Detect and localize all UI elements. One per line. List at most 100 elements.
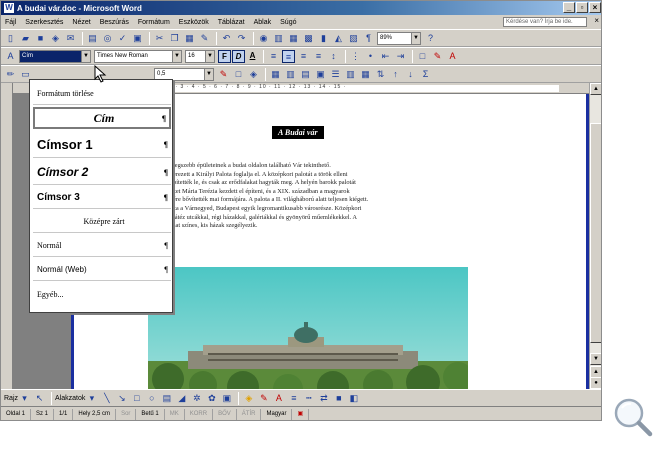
bold-button[interactable]: F — [218, 49, 231, 63]
style-option-heading-3[interactable]: Címsor 3 ¶ — [33, 187, 171, 209]
scroll-up-icon[interactable]: ▲ — [590, 83, 601, 95]
style-option-clear-formatting[interactable]: Formátum törlése — [33, 83, 171, 105]
menu-help[interactable]: Súgó — [280, 19, 296, 26]
font-color-icon[interactable]: A — [272, 392, 285, 405]
scroll-down-icon[interactable]: ▼ — [590, 353, 601, 365]
insert-picture-icon[interactable]: ▣ — [220, 392, 233, 405]
help-search-input[interactable]: Kérdése van? Írja be ide. — [503, 17, 587, 27]
menu-view[interactable]: Nézet — [72, 19, 90, 26]
status-rec[interactable]: MK — [165, 408, 185, 420]
line-style-icon[interactable]: ≡ — [287, 392, 300, 405]
select-objects-icon[interactable]: ↖ — [33, 392, 46, 405]
autoformat-icon[interactable]: ▦ — [359, 68, 372, 81]
align-right-icon[interactable]: ≡ — [297, 50, 310, 63]
columns-icon[interactable]: ▮ — [317, 32, 330, 45]
chevron-down-icon[interactable]: ▼ — [411, 32, 420, 44]
line-color-icon[interactable]: ✎ — [257, 392, 270, 405]
chevron-down-icon[interactable]: ▾ — [85, 392, 98, 405]
print-preview-icon[interactable]: ◎ — [101, 32, 114, 45]
magnifier-icon[interactable] — [612, 396, 654, 438]
merge-cells-icon[interactable]: ▥ — [284, 68, 297, 81]
arrow-icon[interactable]: ↘ — [115, 392, 128, 405]
status-trk[interactable]: KORR — [185, 408, 214, 420]
autoshapes-menu-button[interactable]: Alakzatok — [55, 395, 85, 402]
spelling-icon[interactable]: ✓ — [116, 32, 129, 45]
shadow-icon[interactable]: ■ — [332, 392, 345, 405]
draw-table-icon[interactable]: ✏ — [4, 68, 17, 81]
title-bar[interactable]: W A budai vár.doc - Microsoft Word _ ▫ × — [1, 1, 601, 15]
italic-button[interactable]: D — [232, 49, 245, 63]
chevron-down-icon[interactable]: ▼ — [81, 50, 90, 62]
highlight-icon[interactable]: ✎ — [431, 50, 444, 63]
rectangle-icon[interactable]: □ — [130, 392, 143, 405]
font-select[interactable]: Times New Roman ▼ — [94, 49, 182, 63]
style-option-normal[interactable]: Normál ¶ — [33, 235, 171, 257]
style-option-title[interactable]: Cím ¶ — [33, 107, 171, 129]
insert-excel-icon[interactable]: ▩ — [302, 32, 315, 45]
undo-icon[interactable]: ↶ — [220, 32, 233, 45]
style-option-more[interactable]: Egyéb... — [33, 283, 171, 305]
format-painter-icon[interactable]: ✎ — [198, 32, 211, 45]
shading-color-icon[interactable]: ◈ — [247, 68, 260, 81]
clip-art-icon[interactable]: ✿ — [205, 392, 218, 405]
menu-format[interactable]: Formátum — [138, 19, 170, 26]
help-icon[interactable]: ? — [424, 32, 437, 45]
text-box-icon[interactable]: ▤ — [160, 392, 173, 405]
justify-icon[interactable]: ≡ — [312, 50, 325, 63]
show-hide-icon[interactable]: ¶ — [362, 32, 375, 45]
print-icon[interactable]: ▤ — [86, 32, 99, 45]
document-map-icon[interactable]: ▧ — [347, 32, 360, 45]
document-close-icon[interactable]: × — [594, 16, 599, 25]
vertical-scrollbar[interactable]: ▲ ▼ ▲ ● ▼ — [589, 83, 601, 401]
menu-file[interactable]: Fájl — [5, 19, 16, 26]
zoom-select[interactable]: 89% ▼ — [377, 31, 421, 45]
status-ext[interactable]: BŐV — [213, 408, 237, 420]
menu-window[interactable]: Ablak — [254, 19, 272, 26]
insert-table-icon[interactable]: ▦ — [287, 32, 300, 45]
restore-button[interactable]: ▫ — [576, 2, 588, 13]
redo-icon[interactable]: ↷ — [235, 32, 248, 45]
arrow-style-icon[interactable]: ⇄ — [317, 392, 330, 405]
align-left-icon[interactable]: ≡ — [267, 50, 280, 63]
castle-photo[interactable] — [148, 267, 468, 401]
new-document-icon[interactable]: ▯ — [4, 32, 17, 45]
draw-menu-button[interactable]: Rajz — [4, 395, 18, 402]
spelling-status-icon[interactable]: ▣ — [292, 408, 310, 420]
email-icon[interactable]: ✉ — [64, 32, 77, 45]
scroll-thumb[interactable] — [590, 123, 601, 343]
text-direction-icon[interactable]: ⇅ — [374, 68, 387, 81]
chevron-down-icon[interactable]: ▼ — [172, 50, 181, 62]
hyperlink-icon[interactable]: ◉ — [257, 32, 270, 45]
save-icon[interactable]: ■ — [34, 32, 47, 45]
3d-icon[interactable]: ◧ — [347, 392, 360, 405]
split-cells-icon[interactable]: ▤ — [299, 68, 312, 81]
style-dropdown-list[interactable]: Formátum törlése Cím ¶ Címsor 1 ¶ Címsor… — [29, 79, 173, 313]
chevron-down-icon[interactable]: ▼ — [204, 68, 213, 80]
fill-color-icon[interactable]: ◈ — [242, 392, 255, 405]
line-icon[interactable]: ╲ — [100, 392, 113, 405]
sort-ascending-icon[interactable]: ↑ — [389, 68, 402, 81]
chevron-down-icon[interactable]: ▼ — [205, 50, 214, 62]
font-color-icon[interactable]: A — [446, 50, 459, 63]
close-button[interactable]: × — [589, 2, 601, 13]
minimize-button[interactable]: _ — [563, 2, 575, 13]
style-option-centered[interactable]: Középre zárt — [33, 211, 171, 233]
styles-formatting-icon[interactable]: A — [4, 50, 17, 63]
bullets-icon[interactable]: • — [364, 50, 377, 63]
sort-descending-icon[interactable]: ↓ — [404, 68, 417, 81]
copy-icon[interactable]: ❐ — [168, 32, 181, 45]
line-spacing-icon[interactable]: ↕ — [327, 50, 340, 63]
status-ovr[interactable]: ÁTÍR — [237, 408, 262, 420]
word-app-icon[interactable]: W — [4, 3, 14, 13]
distribute-rows-icon[interactable]: ☰ — [329, 68, 342, 81]
menu-tools[interactable]: Eszközök — [179, 19, 209, 26]
style-option-heading-1[interactable]: Címsor 1 ¶ — [33, 131, 171, 158]
border-icon[interactable]: □ — [416, 50, 429, 63]
chevron-down-icon[interactable]: ▾ — [18, 392, 31, 405]
document-body[interactable]: legszebb épületeinek a budai oldalon tal… — [173, 162, 523, 231]
decrease-indent-icon[interactable]: ⇤ — [379, 50, 392, 63]
style-select[interactable]: Cím ▼ — [19, 49, 91, 63]
autosum-icon[interactable]: Σ — [419, 68, 432, 81]
drawing-icon[interactable]: ◭ — [332, 32, 345, 45]
numbering-icon[interactable]: ⋮ — [349, 50, 362, 63]
